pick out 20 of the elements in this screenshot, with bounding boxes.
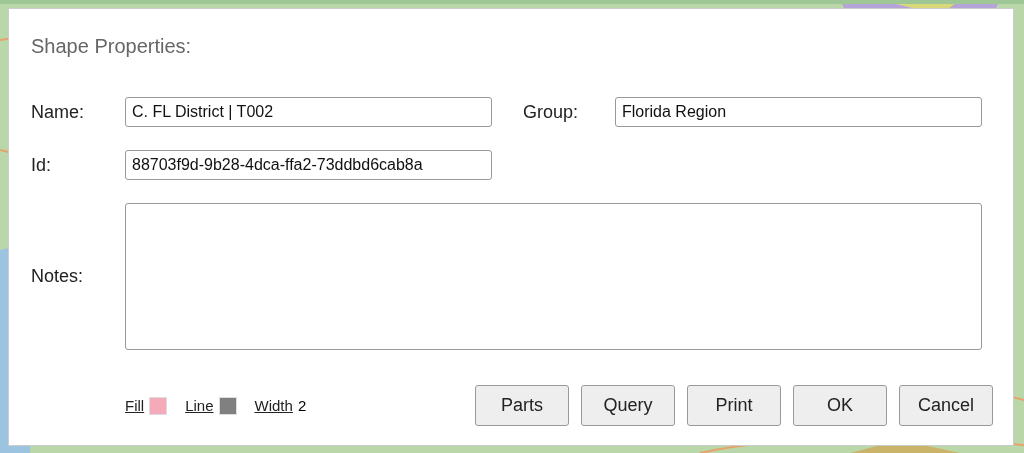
width-value: 2 <box>297 397 307 414</box>
field-label: Notes: <box>31 266 84 287</box>
text-field[interactable]: C. FL District | T002 <box>125 97 492 127</box>
notes-field[interactable] <box>125 203 982 350</box>
style-link[interactable]: Line <box>185 397 214 414</box>
color-swatch[interactable] <box>218 396 237 415</box>
field-label: Group: <box>523 101 579 123</box>
text-field[interactable]: Florida Region <box>615 97 982 127</box>
dialog-button[interactable]: Print <box>687 385 781 426</box>
dialog-button[interactable]: Query <box>581 385 675 426</box>
dialog-button[interactable]: Cancel <box>899 385 993 426</box>
field-label: Name: <box>31 101 84 123</box>
style-link[interactable]: Fill <box>125 397 145 414</box>
dialog-button[interactable]: OK <box>793 385 887 426</box>
style-link[interactable]: Width <box>254 397 293 414</box>
text-field[interactable]: 88703f9d-9b28-4dca-ffa2-73ddbd6cab8a <box>125 150 492 180</box>
dialog-title: Shape Properties: <box>31 34 192 59</box>
field-label: Id: <box>31 154 51 176</box>
dialog-button[interactable]: Parts <box>475 385 569 426</box>
color-swatch[interactable] <box>149 396 168 415</box>
